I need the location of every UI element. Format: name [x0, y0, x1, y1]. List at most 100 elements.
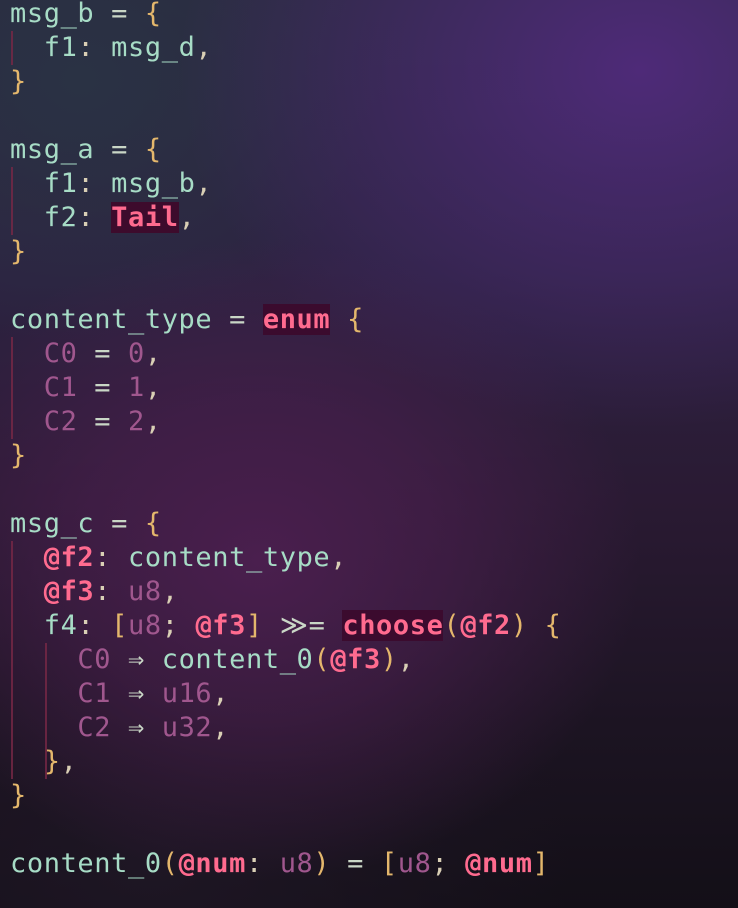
token-brace: ] — [532, 848, 550, 879]
code-line: msg_c = { — [10, 507, 738, 541]
token-num: 2 — [128, 406, 145, 437]
code-editor[interactable]: msg_b = { f1: msg_d,} msg_a = { f1: msg_… — [10, 0, 738, 881]
code-line: C2 ⇒ u32, — [10, 711, 738, 745]
code-line: f2: Tail, — [10, 201, 738, 235]
token-type: u32 — [161, 712, 213, 743]
code-line: C2 = 2, — [10, 405, 738, 439]
token-ident: content_type — [10, 304, 213, 335]
code-line: } — [10, 65, 738, 99]
code-line: content_0(@num: u8) = [u8; @num] — [10, 847, 738, 881]
token-ident: msg_a — [10, 134, 95, 165]
token-punct: , — [195, 32, 213, 63]
code-line: C1 ⇒ u16, — [10, 677, 738, 711]
token-punct: : — [77, 610, 112, 641]
indent-guide — [11, 643, 13, 677]
token-brace: { — [347, 304, 364, 335]
indent-guide — [11, 371, 13, 405]
token-variant: C0 — [77, 644, 112, 675]
indent-guide — [11, 711, 13, 745]
indent-guide — [11, 337, 13, 371]
token-punct: ; — [431, 848, 466, 879]
token-op: = — [330, 848, 381, 879]
token-kw: choose — [342, 610, 444, 641]
code-line: } — [10, 779, 738, 813]
token-punct: , — [212, 678, 230, 709]
token-brace: ) — [380, 644, 398, 675]
indent-guide — [45, 745, 47, 779]
token-ref: @num — [178, 848, 246, 879]
token-punct: , — [330, 542, 348, 573]
indent-guide — [45, 711, 47, 745]
code-line: C1 = 1, — [10, 371, 738, 405]
token-brace: { — [144, 0, 162, 29]
code-line: @f2: content_type, — [10, 541, 738, 575]
token-punct: : — [94, 576, 129, 607]
token-ref: @f2 — [460, 610, 511, 641]
code-line: f1: msg_b, — [10, 167, 738, 201]
token-ident: msg_d — [111, 32, 196, 63]
token-ident: content_0 — [161, 644, 314, 675]
indent-guide — [11, 31, 13, 65]
token-num: 1 — [128, 372, 145, 403]
token-ref: @num — [465, 848, 533, 879]
token-type: u8 — [279, 848, 314, 879]
token-ident: msg_b — [10, 0, 95, 29]
token-brace: { — [544, 610, 562, 641]
token-brace: [ — [111, 610, 129, 641]
token-brace: } — [10, 236, 27, 267]
token-field: f4 — [43, 610, 78, 641]
token-punct: , — [161, 576, 179, 607]
token-punct: : — [94, 542, 129, 573]
token-ref: @f3 — [330, 644, 381, 675]
indent-guide — [11, 677, 13, 711]
token-brace: { — [144, 508, 162, 539]
token-punct: , — [144, 338, 162, 369]
token-op: ⇒ — [111, 678, 162, 709]
indent-guide — [11, 405, 13, 439]
token-type: u8 — [128, 576, 162, 607]
indent-guide — [11, 541, 13, 575]
token-punct: : — [245, 848, 280, 879]
token-punct: : — [77, 32, 112, 63]
token-op: ⇒ — [111, 644, 162, 675]
token-brace: } — [10, 780, 27, 811]
token-ident: content_0 — [10, 848, 162, 879]
token-kw: enum — [262, 304, 331, 335]
token-punct: , — [195, 168, 213, 199]
indent-guide — [11, 575, 13, 609]
token-field: f1 — [43, 168, 78, 199]
token-field: f2 — [43, 202, 78, 233]
token-brace: ) — [510, 610, 528, 641]
token-field: f1 — [43, 32, 78, 63]
token-ident: msg_c — [10, 508, 95, 539]
token-ident: content_type — [128, 542, 331, 573]
token-variant: C2 — [77, 712, 112, 743]
token-tail: Tail — [111, 202, 179, 233]
code-line: content_type = enum { — [10, 303, 738, 337]
token-brace: ( — [443, 610, 461, 641]
token-brace: ( — [313, 644, 331, 675]
token-punct: , — [212, 712, 230, 743]
token-brace: [ — [380, 848, 398, 879]
token-op: = — [77, 406, 129, 437]
token-op: = — [212, 304, 263, 335]
token-op: ≫= — [279, 610, 326, 641]
indent-guide — [11, 167, 13, 201]
token-op: = — [94, 0, 145, 29]
token-brace: } — [10, 66, 27, 97]
token-variant: C1 — [77, 678, 112, 709]
